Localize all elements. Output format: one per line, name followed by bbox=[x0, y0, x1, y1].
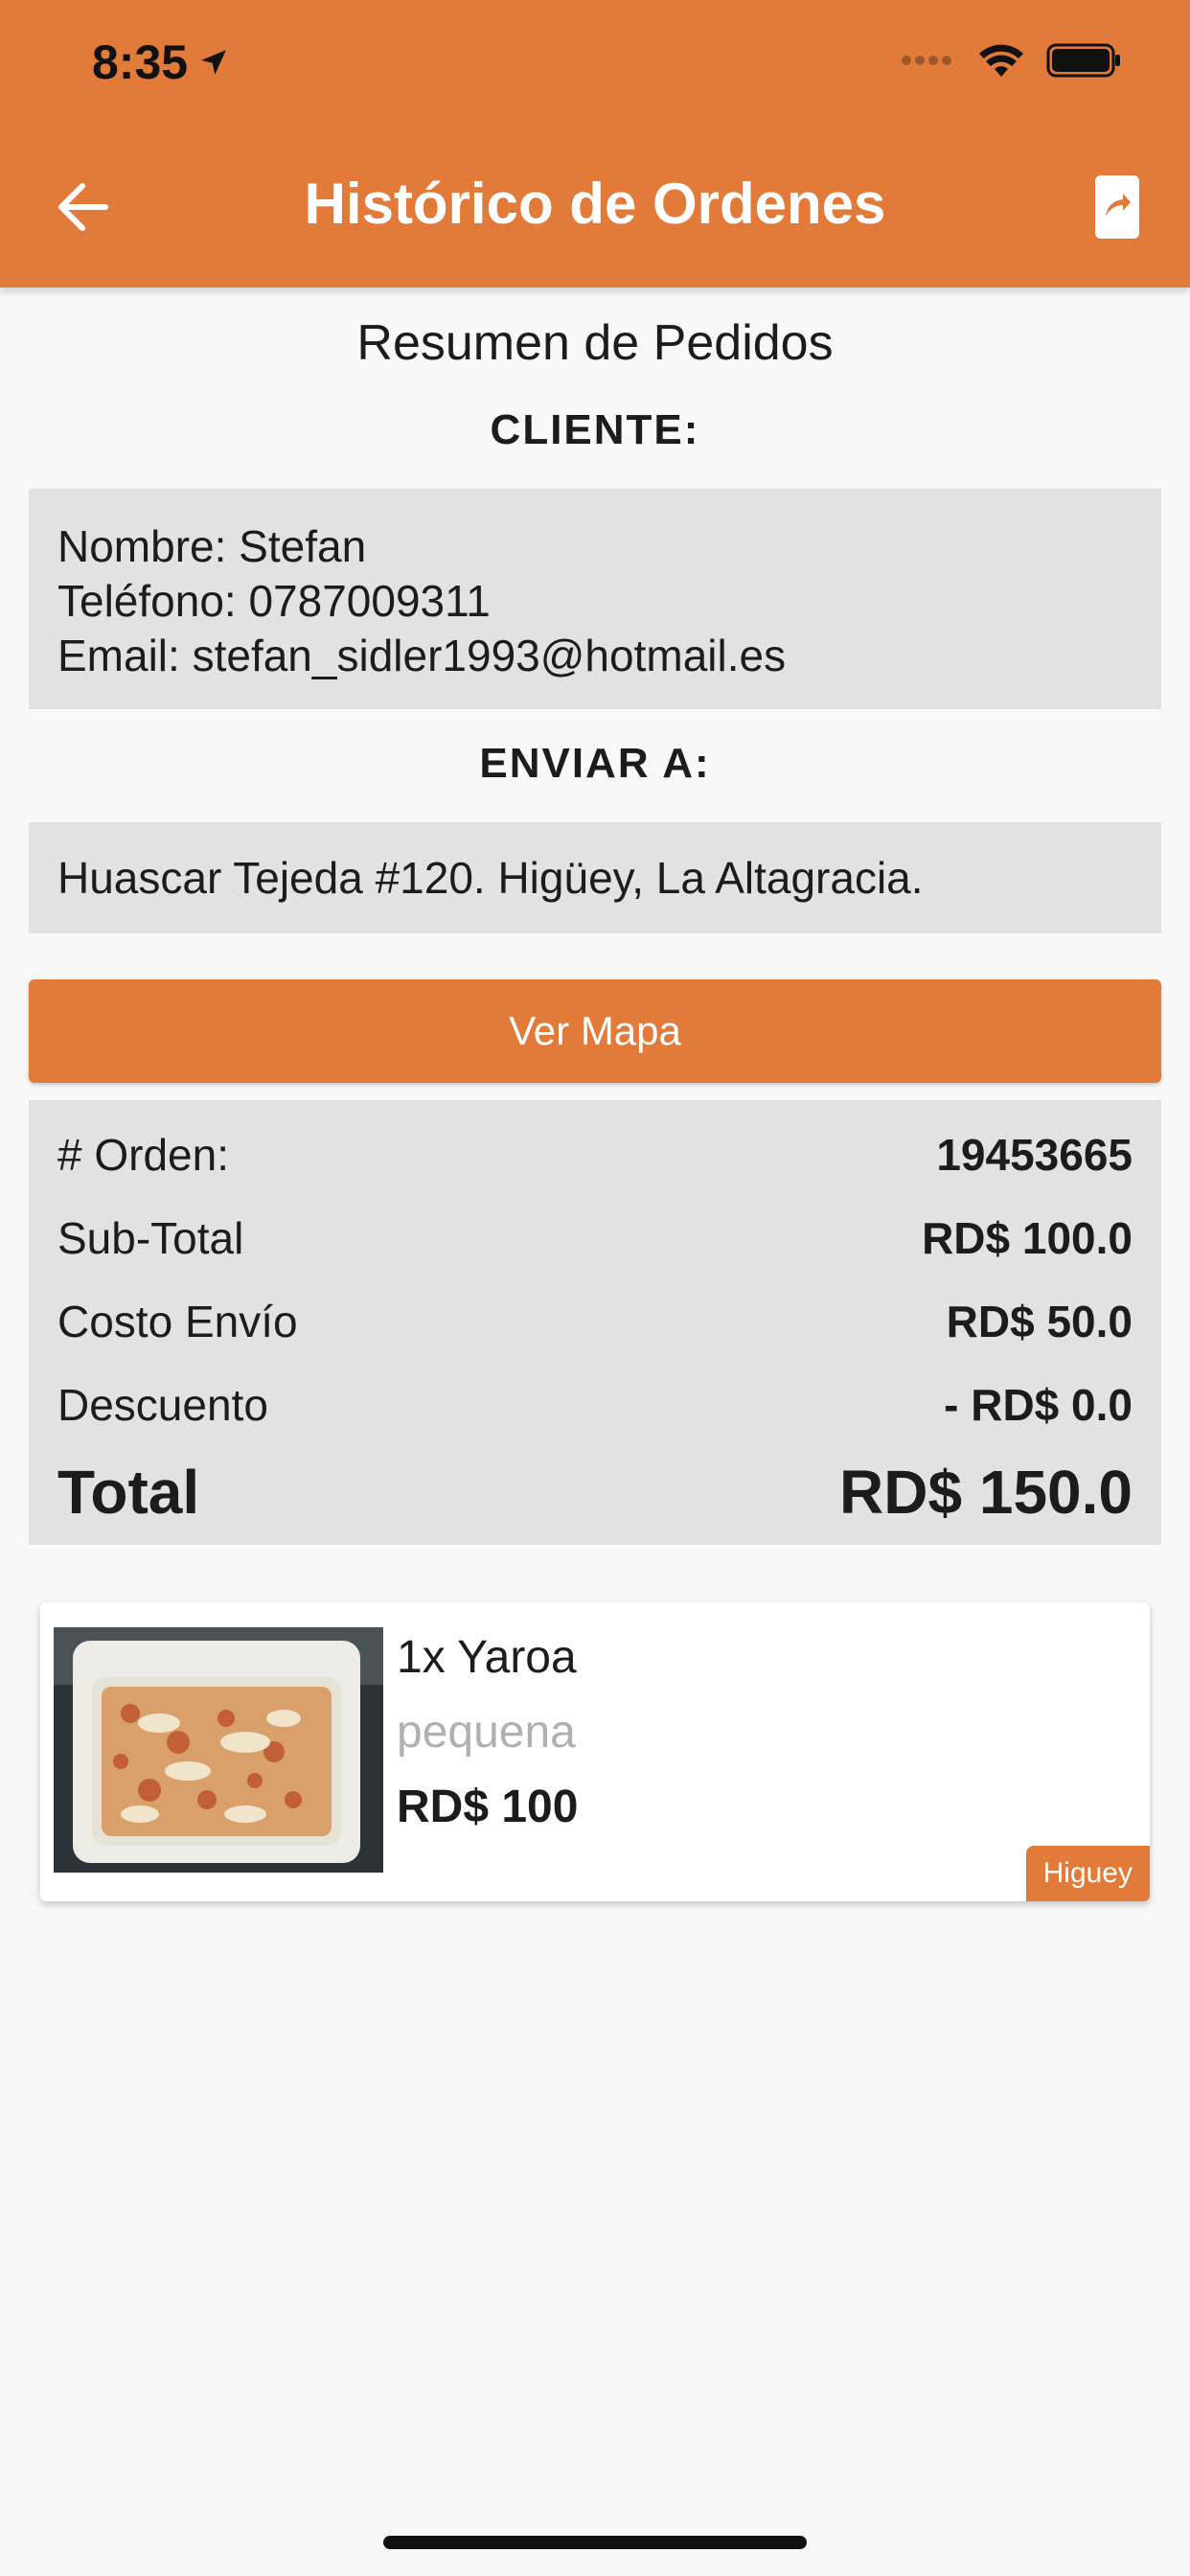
view-map-button[interactable]: Ver Mapa bbox=[29, 979, 1161, 1083]
item-size: pequena bbox=[397, 1707, 576, 1758]
battery-icon bbox=[1046, 43, 1120, 78]
client-email: Email: stefan_sidler1993@hotmail.es bbox=[57, 631, 787, 680]
order-number-row: # Orden: 19453665 bbox=[57, 1129, 1133, 1181]
wifi-icon bbox=[979, 44, 1023, 77]
page-title: Histórico de Ordenes bbox=[304, 172, 886, 236]
client-phone: Teléfono: 0787009311 bbox=[57, 576, 491, 626]
location-badge: Higuey bbox=[1025, 1846, 1150, 1901]
status-time-text: 8:35 bbox=[92, 35, 189, 89]
subtotal-value: RD$ 100.0 bbox=[922, 1213, 1133, 1263]
discount-label: Descuento bbox=[57, 1380, 268, 1430]
discount-value: - RD$ 0.0 bbox=[944, 1380, 1133, 1430]
total-value: RD$ 150.0 bbox=[839, 1458, 1133, 1527]
home-indicator[interactable] bbox=[383, 2536, 807, 2549]
order-number-value: 19453665 bbox=[936, 1130, 1133, 1180]
ship-to-heading: ENVIAR A: bbox=[479, 740, 711, 787]
status-icons bbox=[901, 42, 1123, 79]
food-image bbox=[54, 1627, 383, 1873]
client-heading: CLIENTE: bbox=[490, 406, 700, 453]
address-text: Huascar Tejeda #120. Higüey, La Altagrac… bbox=[57, 853, 924, 903]
client-info-panel: Nombre: Stefan Teléfono: 0787009311 Emai… bbox=[29, 489, 1161, 709]
total-row: Total RD$ 150.0 bbox=[57, 1457, 1133, 1528]
shipping-cost-value: RD$ 50.0 bbox=[946, 1297, 1133, 1346]
shipping-cost-label: Costo Envío bbox=[57, 1297, 298, 1346]
subtotal-row: Sub-Total RD$ 100.0 bbox=[57, 1212, 1133, 1264]
status-bar-time: 8:35 bbox=[92, 34, 230, 90]
order-number-label: # Orden: bbox=[57, 1130, 229, 1180]
signal-icon bbox=[902, 56, 951, 65]
summary-title: Resumen de Pedidos bbox=[356, 315, 834, 371]
app-header: 8:35 Histórico de Ordenes bbox=[0, 0, 1190, 288]
subtotal-label: Sub-Total bbox=[57, 1213, 244, 1263]
shipping-address: Huascar Tejeda #120. Higüey, La Altagrac… bbox=[29, 822, 1161, 933]
location-arrow-icon bbox=[201, 50, 226, 75]
discount-row: Descuento - RD$ 0.0 bbox=[57, 1379, 1133, 1431]
shipping-cost-row: Costo Envío RD$ 50.0 bbox=[57, 1296, 1133, 1347]
client-name: Nombre: Stefan bbox=[57, 521, 367, 571]
total-label: Total bbox=[57, 1458, 200, 1527]
order-item-card[interactable]: 1x Yaroa pequena RD$ 100 Higuey bbox=[40, 1602, 1150, 1901]
order-totals-panel: # Orden: 19453665 Sub-Total RD$ 100.0 Co… bbox=[29, 1100, 1161, 1545]
item-name: 1x Yaroa bbox=[397, 1632, 577, 1683]
item-price: RD$ 100 bbox=[397, 1782, 579, 1832]
share-icon[interactable] bbox=[1092, 172, 1142, 242]
